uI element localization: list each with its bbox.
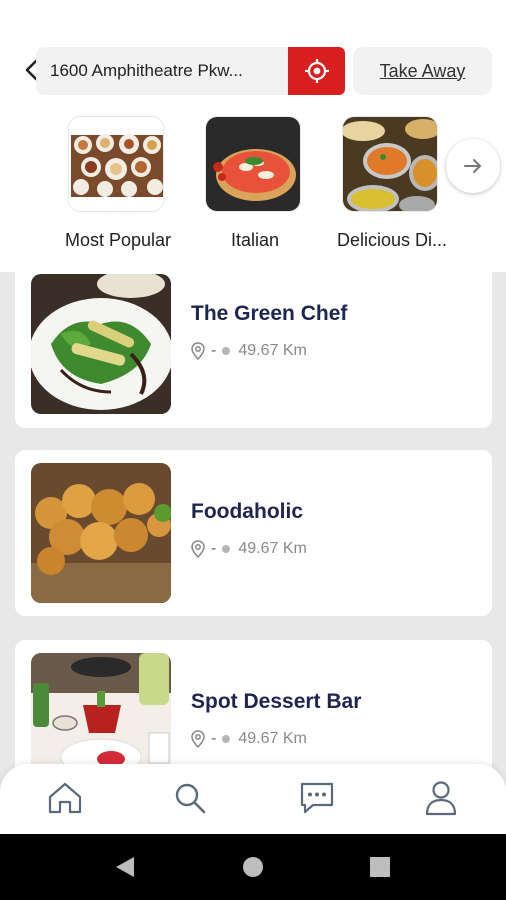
restaurant-card[interactable]: The Green Chef - 49.67 Km xyxy=(15,264,492,428)
distance: 49.67 Km xyxy=(238,540,307,557)
bottom-navigation xyxy=(0,764,506,834)
arrow-right-icon xyxy=(464,159,481,173)
system-recents-button[interactable] xyxy=(365,852,395,882)
location-pin-icon xyxy=(191,342,205,360)
top-header: 1600 Amphitheatre Pkw... Take Away Most … xyxy=(0,0,506,272)
category-delicious-dishes[interactable]: Delicious Di... xyxy=(337,116,447,250)
chat-icon xyxy=(300,782,334,814)
nav-home[interactable] xyxy=(45,778,85,818)
system-navigation-bar xyxy=(0,834,506,900)
search-icon xyxy=(175,783,206,814)
address-field[interactable]: 1600 Amphitheatre Pkw... xyxy=(36,47,288,95)
nav-messages[interactable] xyxy=(297,778,337,818)
location-pin-icon xyxy=(191,540,205,558)
category-label: Italian xyxy=(230,230,280,250)
take-away-button[interactable]: Take Away xyxy=(353,47,492,95)
category-italian[interactable]: Italian xyxy=(205,116,301,250)
restaurant-name: Spot Dessert Bar xyxy=(191,690,362,713)
triangle-back-icon xyxy=(116,857,134,877)
restaurant-name: The Green Chef xyxy=(191,302,348,325)
circle-home-icon xyxy=(243,857,263,877)
dot-icon xyxy=(222,545,231,553)
system-back-button[interactable] xyxy=(110,852,140,882)
distance: 49.67 Km xyxy=(238,342,307,359)
category-label: Delicious Di... xyxy=(336,230,448,250)
restaurant-meta: - 49.67 Km xyxy=(191,540,307,558)
separator: - xyxy=(211,342,217,359)
restaurant-name: Foodaholic xyxy=(191,500,303,523)
locate-me-button[interactable] xyxy=(288,47,345,95)
categories-next-button[interactable] xyxy=(446,139,500,193)
distance: 49.67 Km xyxy=(238,730,307,747)
dot-icon xyxy=(222,347,231,355)
separator: - xyxy=(211,730,217,747)
profile-icon xyxy=(425,781,457,816)
restaurant-meta: - 49.67 Km xyxy=(191,342,307,360)
restaurant-list: The Green Chef - 49.67 Km Foodaholic - 4… xyxy=(0,264,506,832)
separator: - xyxy=(211,540,217,557)
pizza-image xyxy=(205,116,301,212)
fried-chicken-image xyxy=(31,463,171,603)
food-spread-image xyxy=(68,116,164,212)
category-most-popular[interactable]: Most Popular xyxy=(65,116,171,250)
dot-icon xyxy=(222,735,231,743)
category-label: Most Popular xyxy=(64,230,172,250)
salad-plate-image xyxy=(31,274,171,414)
address-text: 1600 Amphitheatre Pkw... xyxy=(50,61,243,80)
home-icon xyxy=(48,782,82,814)
nav-profile[interactable] xyxy=(421,778,461,818)
crosshair-icon xyxy=(304,59,329,83)
square-recents-icon xyxy=(370,857,390,877)
system-home-button[interactable] xyxy=(238,852,268,882)
curry-dishes-image xyxy=(342,116,438,212)
restaurant-card[interactable]: Foodaholic - 49.67 Km xyxy=(15,450,492,616)
restaurant-meta: - 49.67 Km xyxy=(191,730,307,748)
location-pin-icon xyxy=(191,730,205,748)
nav-search[interactable] xyxy=(170,778,210,818)
take-away-label: Take Away xyxy=(379,60,466,81)
